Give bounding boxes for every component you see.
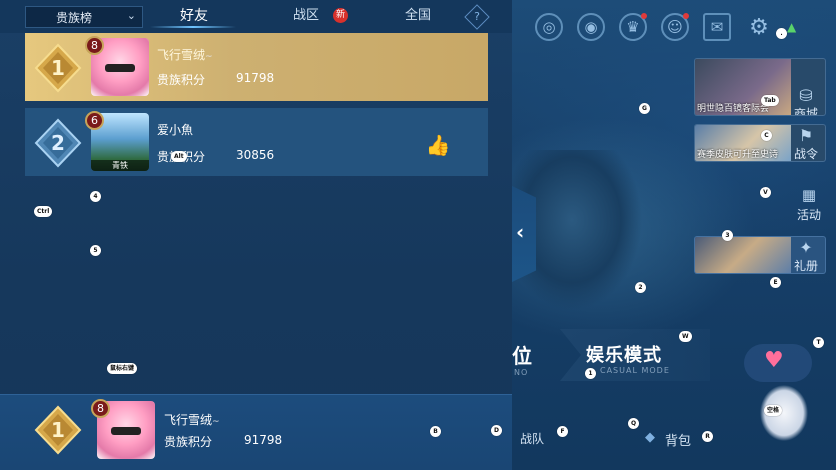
- question-icon: ?: [474, 10, 480, 23]
- key-hint-tab: Tab: [761, 95, 779, 106]
- score-label: 贵族积分: [164, 435, 213, 449]
- calendar-icon: ▦: [801, 186, 817, 204]
- gift-book-banner-image: [695, 237, 791, 273]
- ranking-panel: 贵族榜 ⌄ 好友 战区 新 全国 ? 1 8 飞行雪绒~ 贵族积分 91798 …: [0, 0, 512, 470]
- player-name: 飞行雪绒~: [157, 46, 213, 63]
- ranked-mode-subtitle: NO: [514, 368, 529, 377]
- mail-icon[interactable]: ✉: [703, 13, 731, 41]
- eye-icon[interactable]: ◉: [577, 13, 605, 41]
- target-icon[interactable]: ◎: [535, 13, 563, 41]
- trophy-icon[interactable]: ♛: [619, 13, 647, 41]
- shop-card-caption: 明世隐百镜客际会: [697, 104, 770, 114]
- wifi-icon: ▲: [787, 20, 797, 34]
- rank-number: 2: [51, 131, 65, 155]
- key-hint-w: W: [679, 331, 692, 342]
- dropdown-value: 贵族榜: [56, 10, 93, 25]
- chevron-left-icon: ‹: [516, 220, 525, 244]
- key-hint-dot: .: [776, 28, 787, 39]
- new-badge: 新: [333, 8, 348, 23]
- score-value: 30856: [236, 148, 275, 162]
- key-hint-space: 空格: [764, 405, 783, 416]
- level-badge: 8: [85, 36, 104, 55]
- entertainment-mode-subtitle: CASUAL MODE: [600, 366, 670, 375]
- key-hint-4: 4: [90, 191, 101, 202]
- bag-icon: ⛁: [799, 86, 813, 105]
- events-button[interactable]: ▦ 活动: [792, 186, 826, 223]
- team-nav-button[interactable]: 战队: [520, 430, 544, 447]
- key-hint-right-mouse: 鼠标右键: [107, 363, 138, 374]
- chevron-down-icon: ⌄: [126, 9, 136, 22]
- player-name-suffix: ~: [212, 417, 220, 427]
- score-label: 贵族积分: [157, 73, 206, 87]
- rank-number: 1: [51, 418, 65, 442]
- ranking-category-dropdown[interactable]: 贵族榜 ⌄: [25, 6, 143, 28]
- battle-pass-caption: 赛季皮肤可升至史诗: [697, 150, 779, 160]
- gift-book-label: 礼册: [793, 259, 818, 273]
- rank-number: 1: [51, 56, 65, 80]
- flag-icon: ⚑: [798, 126, 814, 145]
- player-name-text: 飞行雪绒: [157, 48, 206, 62]
- active-tab-underline: [150, 26, 236, 28]
- key-hint-r: R: [702, 431, 713, 442]
- avatar-caption: 青铁: [91, 160, 149, 171]
- shop-card[interactable]: 明世隐百镜客际会 ⛁ 商城: [694, 58, 826, 116]
- tab-national[interactable]: 全国: [400, 5, 436, 27]
- friends-icon[interactable]: ☺: [661, 13, 689, 41]
- help-button[interactable]: ?: [464, 4, 490, 30]
- tab-friends[interactable]: 好友: [172, 5, 216, 27]
- key-hint-e: E: [770, 277, 781, 288]
- key-hint-f: F: [557, 426, 568, 437]
- sunglasses-icon: [105, 64, 135, 72]
- level-badge: 8: [91, 399, 110, 418]
- sunglasses-icon: [111, 427, 141, 435]
- player-name: 飞行雪绒~: [164, 411, 220, 428]
- bag-icon: ◆: [645, 430, 655, 445]
- gear-icon[interactable]: ⚙: [745, 13, 773, 41]
- key-hint-g: G: [639, 103, 650, 114]
- tab-region[interactable]: 战区: [288, 5, 324, 27]
- key-hint-t: T: [813, 337, 824, 348]
- collapse-panel-button[interactable]: ‹: [512, 186, 536, 282]
- ranking-row[interactable]: 2 青铁 6 爱小魚 贵族积分 30856: [25, 108, 488, 176]
- key-hint-alt: Alt: [171, 151, 187, 162]
- key-hint-b: B: [430, 426, 441, 437]
- events-label: 活动: [796, 208, 821, 222]
- battle-pass-label: 战令: [793, 147, 818, 161]
- gold-rank-emblem-icon: 1: [34, 405, 82, 455]
- gold-rank-emblem-icon: 1: [34, 43, 82, 93]
- key-hint-c: C: [761, 130, 772, 141]
- player-name: 爱小魚: [157, 123, 194, 137]
- key-hint-5: 5: [90, 245, 101, 256]
- score-value: 91798: [244, 433, 283, 447]
- star-icon: ✦: [799, 238, 813, 257]
- gift-book-card[interactable]: ✦ 礼册: [694, 236, 826, 274]
- battle-pass-card[interactable]: 赛季皮肤可升至史诗 ⚑ 战令: [694, 124, 826, 162]
- key-hint-d: D: [491, 425, 502, 436]
- ranked-mode-button[interactable]: 位: [512, 340, 533, 369]
- key-hint-2: 2: [635, 282, 646, 293]
- key-hint-1: 1: [585, 368, 596, 379]
- entertainment-mode-button[interactable]: 娱乐模式: [586, 341, 662, 367]
- key-hint-3: 3: [722, 230, 733, 241]
- key-hint-v: V: [760, 187, 771, 198]
- shop-label: 商城: [793, 107, 818, 116]
- heart-icon: ♥: [764, 348, 784, 373]
- ranking-tab-bar: 贵族榜 ⌄ 好友 战区 新 全国 ?: [0, 0, 512, 33]
- level-badge: 6: [85, 111, 104, 130]
- player-name-suffix: ~: [205, 52, 213, 62]
- like-thumbs-up-icon[interactable]: 👍: [425, 133, 451, 157]
- player-name-text: 飞行雪绒: [164, 413, 213, 427]
- ranking-row[interactable]: 1 8 飞行雪绒~ 贵族积分 91798: [25, 33, 488, 101]
- bag-nav-button[interactable]: 背包: [665, 430, 691, 449]
- mascot-character[interactable]: [758, 385, 810, 455]
- silver-rank-emblem-icon: 2: [34, 118, 82, 168]
- key-hint-ctrl: Ctrl: [34, 206, 53, 217]
- score-value: 91798: [236, 71, 275, 85]
- top-icon-bar: ◎ ◉ ♛ ☺ ✉ ⚙ ▲: [535, 10, 835, 44]
